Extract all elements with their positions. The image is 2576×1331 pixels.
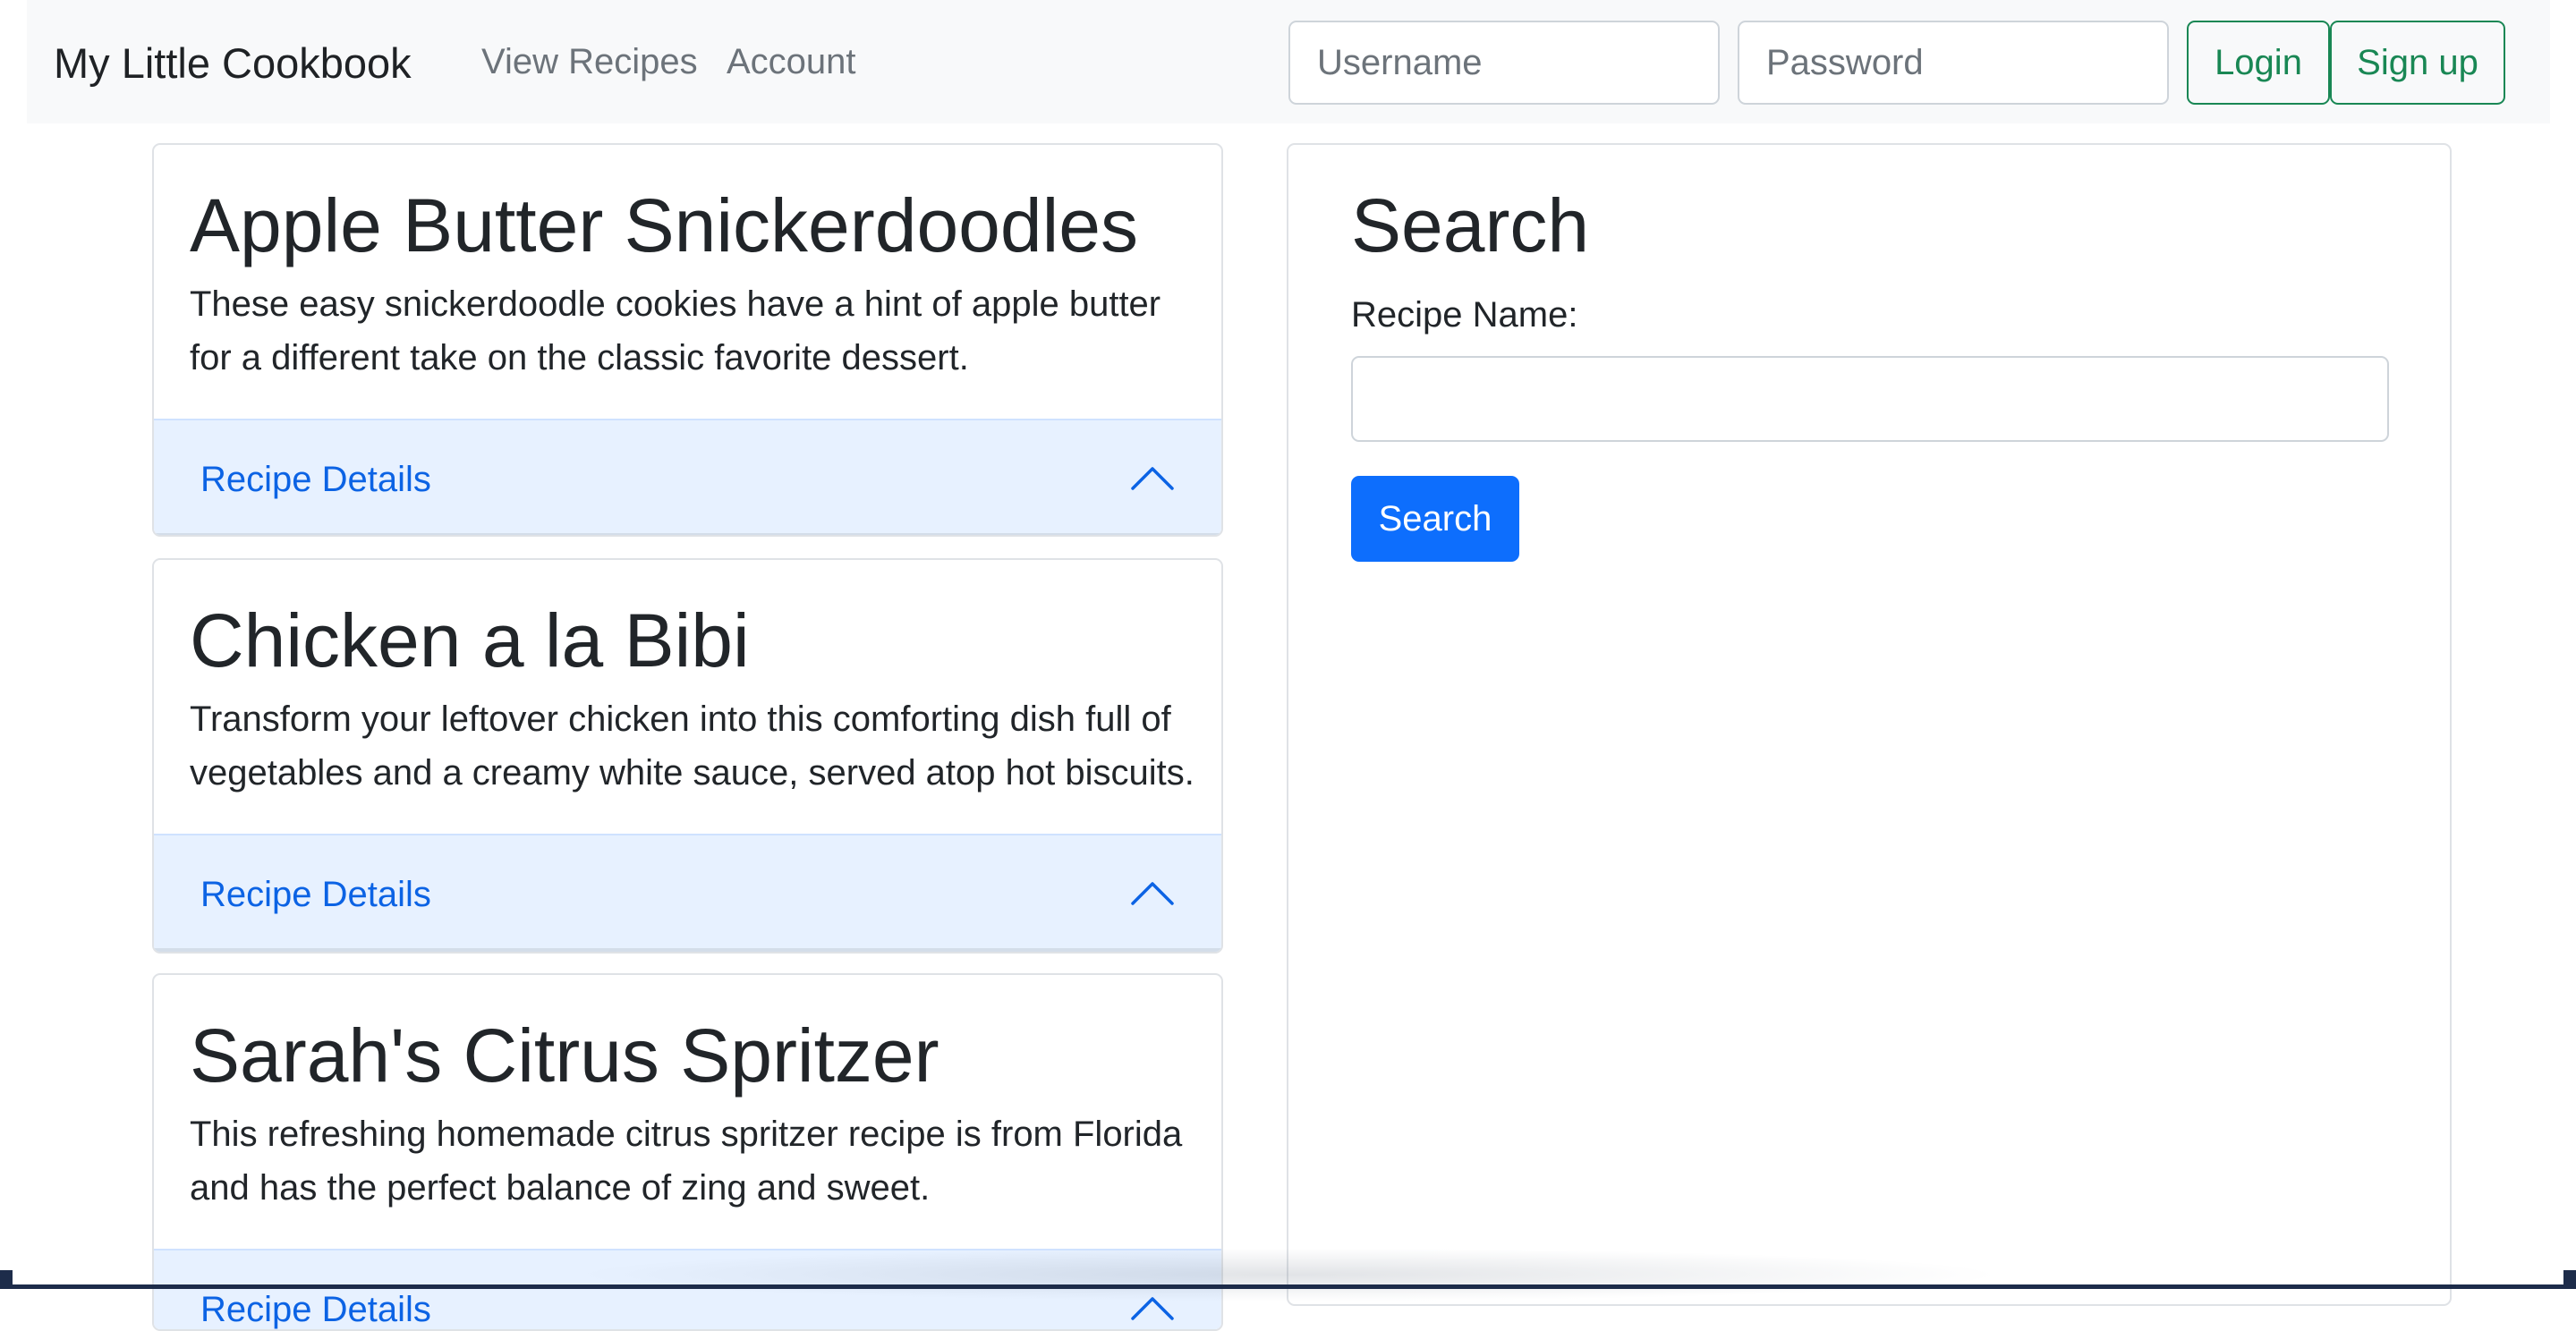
signup-button[interactable]: Sign up — [2330, 21, 2505, 105]
recipe-name-label: Recipe Name: — [1351, 295, 1578, 335]
recipe-description: These easy snickerdoodle cookies have a … — [190, 284, 1161, 377]
recipe-title: Chicken a la Bibi — [190, 598, 750, 682]
recipe-name-input[interactable] — [1351, 356, 2389, 442]
recipe-details-toggle[interactable]: Recipe Details — [154, 419, 1221, 535]
recipe-details-label: Recipe Details — [200, 875, 431, 914]
brand-link[interactable]: My Little Cookbook — [54, 34, 412, 92]
navbar: My Little Cookbook View Recipes Account … — [27, 0, 2550, 123]
window-frame — [0, 1284, 2576, 1289]
window-frame-corner — [2563, 1270, 2576, 1289]
nav-link-account[interactable]: Account — [727, 34, 856, 89]
recipe-description: This refreshing homemade citrus spritzer… — [190, 1115, 1183, 1208]
recipe-card: Chicken a la Bibi Transform your leftove… — [152, 558, 1223, 954]
search-panel: Search Recipe Name: Search — [1287, 143, 2452, 1306]
nav-link-view-recipes[interactable]: View Recipes — [481, 34, 698, 89]
recipe-title: Apple Butter Snickerdoodles — [190, 183, 1138, 267]
scroll-shadow — [573, 1248, 2004, 1301]
recipe-details-toggle[interactable]: Recipe Details — [154, 834, 1221, 952]
recipe-details-label: Recipe Details — [200, 1290, 431, 1329]
recipe-title: Sarah's Citrus Spritzer — [190, 1013, 939, 1098]
recipe-card: Apple Butter Snickerdoodles These easy s… — [152, 143, 1223, 537]
login-button[interactable]: Login — [2187, 21, 2330, 105]
window-frame-corner — [0, 1270, 13, 1289]
search-button[interactable]: Search — [1351, 476, 1519, 562]
recipe-description: Transform your leftover chicken into thi… — [190, 699, 1194, 793]
password-input[interactable] — [1738, 21, 2169, 105]
search-title: Search — [1351, 183, 1590, 267]
chevron-up-icon — [1131, 882, 1174, 905]
chevron-up-icon — [1131, 467, 1174, 490]
recipe-details-label: Recipe Details — [200, 460, 431, 499]
username-input[interactable] — [1288, 21, 1720, 105]
